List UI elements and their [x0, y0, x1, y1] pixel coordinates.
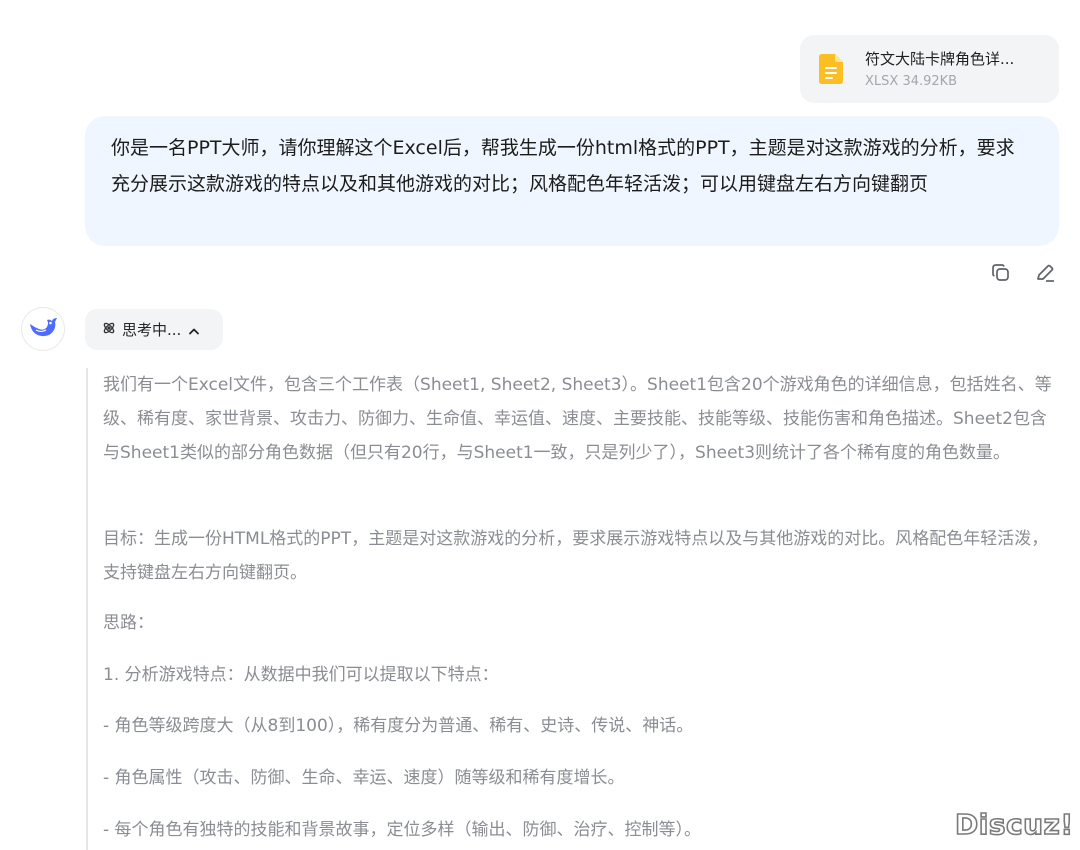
thinking-toggle-button[interactable]: 思考中...: [85, 309, 223, 350]
reasoning-paragraph: - 角色等级跨度大（从8到100），稀有度分为普通、稀有、史诗、传说、神话。: [103, 716, 694, 736]
whale-logo-icon: [28, 315, 58, 343]
copy-icon: [990, 262, 1012, 288]
reasoning-paragraph: - 每个角色有独特的技能和背景故事，定位多样（输出、防御、治疗、控制等）。: [103, 820, 702, 840]
document-icon: [819, 54, 843, 84]
copy-button[interactable]: [986, 260, 1016, 290]
attachment-card[interactable]: 符文大陆卡牌角色详... XLSX 34.92KB: [800, 35, 1059, 103]
attachment-file-meta: XLSX 34.92KB: [865, 74, 958, 89]
edit-icon: [1034, 262, 1056, 288]
reasoning-paragraph: 思路：: [103, 613, 154, 633]
reasoning-paragraph: 我们有一个Excel文件，包含三个工作表（Sheet1, Sheet2, She…: [103, 375, 1052, 463]
user-message-text: 你是一名PPT大师，请你理解这个Excel后，帮我生成一份html格式的PPT，…: [111, 137, 1015, 195]
watermark-logo: Discuz!: [954, 807, 1074, 842]
reasoning-paragraph: - 角色属性（攻击、防御、生命、幸运、速度）随等级和稀有度增长。: [103, 768, 625, 788]
attachment-file-name: 符文大陆卡牌角色详...: [865, 50, 1015, 68]
reasoning-paragraph: 目标：生成一份HTML格式的PPT，主题是对这款游戏的分析，要求展示游戏特点以及…: [103, 529, 1049, 583]
user-message-bubble: 你是一名PPT大师，请你理解这个Excel后，帮我生成一份html格式的PPT，…: [85, 116, 1059, 246]
reasoning-block: 我们有一个Excel文件，包含三个工作表（Sheet1, Sheet2, She…: [86, 368, 1061, 850]
chevron-up-icon: [188, 320, 200, 339]
atom-icon: [102, 320, 116, 339]
assistant-avatar: [21, 307, 65, 351]
reasoning-paragraph: 1. 分析游戏特点：从数据中我们可以提取以下特点：: [103, 665, 499, 685]
thinking-label: 思考中...: [122, 321, 182, 339]
message-actions: [986, 260, 1060, 290]
chat-page: 符文大陆卡牌角色详... XLSX 34.92KB 你是一名PPT大师，请你理解…: [0, 0, 1080, 850]
edit-button[interactable]: [1030, 260, 1060, 290]
